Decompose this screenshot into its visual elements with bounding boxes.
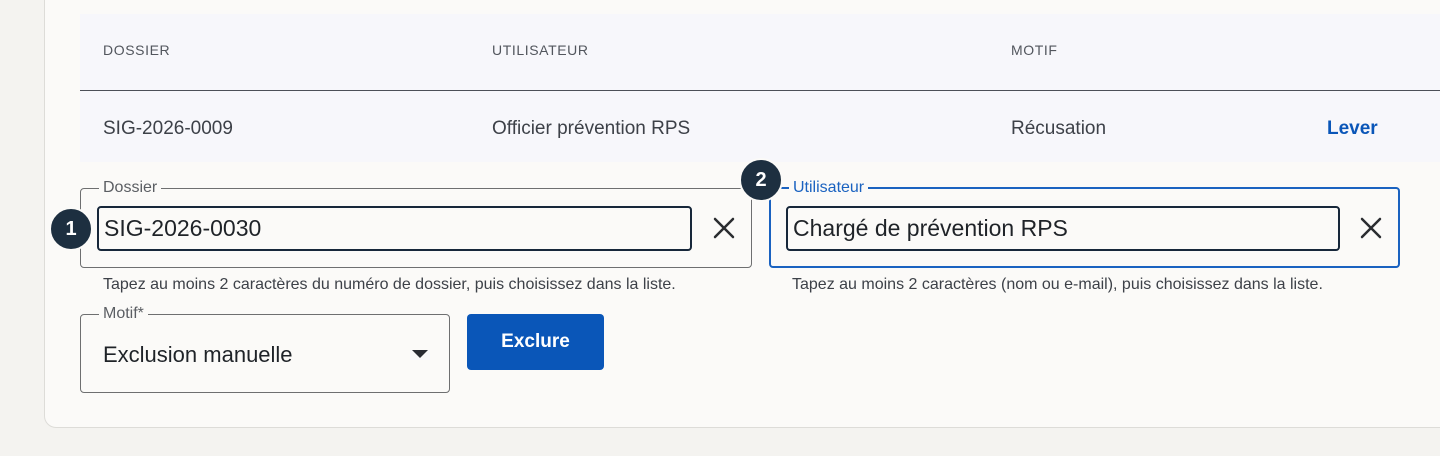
step-badge-1: 1: [49, 207, 93, 251]
column-header-dossier: DOSSIER: [103, 42, 171, 58]
dossier-label: Dossier: [103, 179, 158, 196]
motif-selected-value: Exclusion manuelle: [103, 342, 293, 367]
dossier-helper-text: Tapez au moins 2 caractères du numéro de…: [103, 276, 676, 293]
column-header-motif: MOTIF: [1011, 42, 1058, 58]
clear-dossier-icon[interactable]: [710, 214, 738, 242]
step-badge-2: 2: [739, 158, 783, 202]
motif-label: Motif*: [103, 305, 144, 322]
cell-motif: Récusation: [1011, 118, 1107, 139]
chevron-down-icon[interactable]: [412, 350, 428, 358]
utilisateur-label: Utilisateur: [793, 179, 865, 196]
utilisateur-input[interactable]: [786, 206, 1340, 251]
clear-utilisateur-icon[interactable]: [1357, 214, 1385, 242]
cell-utilisateur: Officier prévention RPS: [492, 118, 691, 139]
dossier-input[interactable]: [97, 206, 692, 251]
column-header-utilisateur: UTILISATEUR: [492, 42, 589, 58]
table-header: DOSSIER UTILISATEUR MOTIF: [80, 14, 1440, 91]
exclusions-table: DOSSIER UTILISATEUR MOTIF SIG-2026-0009 …: [80, 14, 1440, 162]
exclure-button[interactable]: Exclure: [467, 314, 604, 370]
lever-link[interactable]: Lever: [1327, 118, 1378, 140]
cell-dossier: SIG-2026-0009: [103, 118, 233, 139]
utilisateur-helper-text: Tapez au moins 2 caractères (nom ou e-ma…: [792, 276, 1323, 293]
